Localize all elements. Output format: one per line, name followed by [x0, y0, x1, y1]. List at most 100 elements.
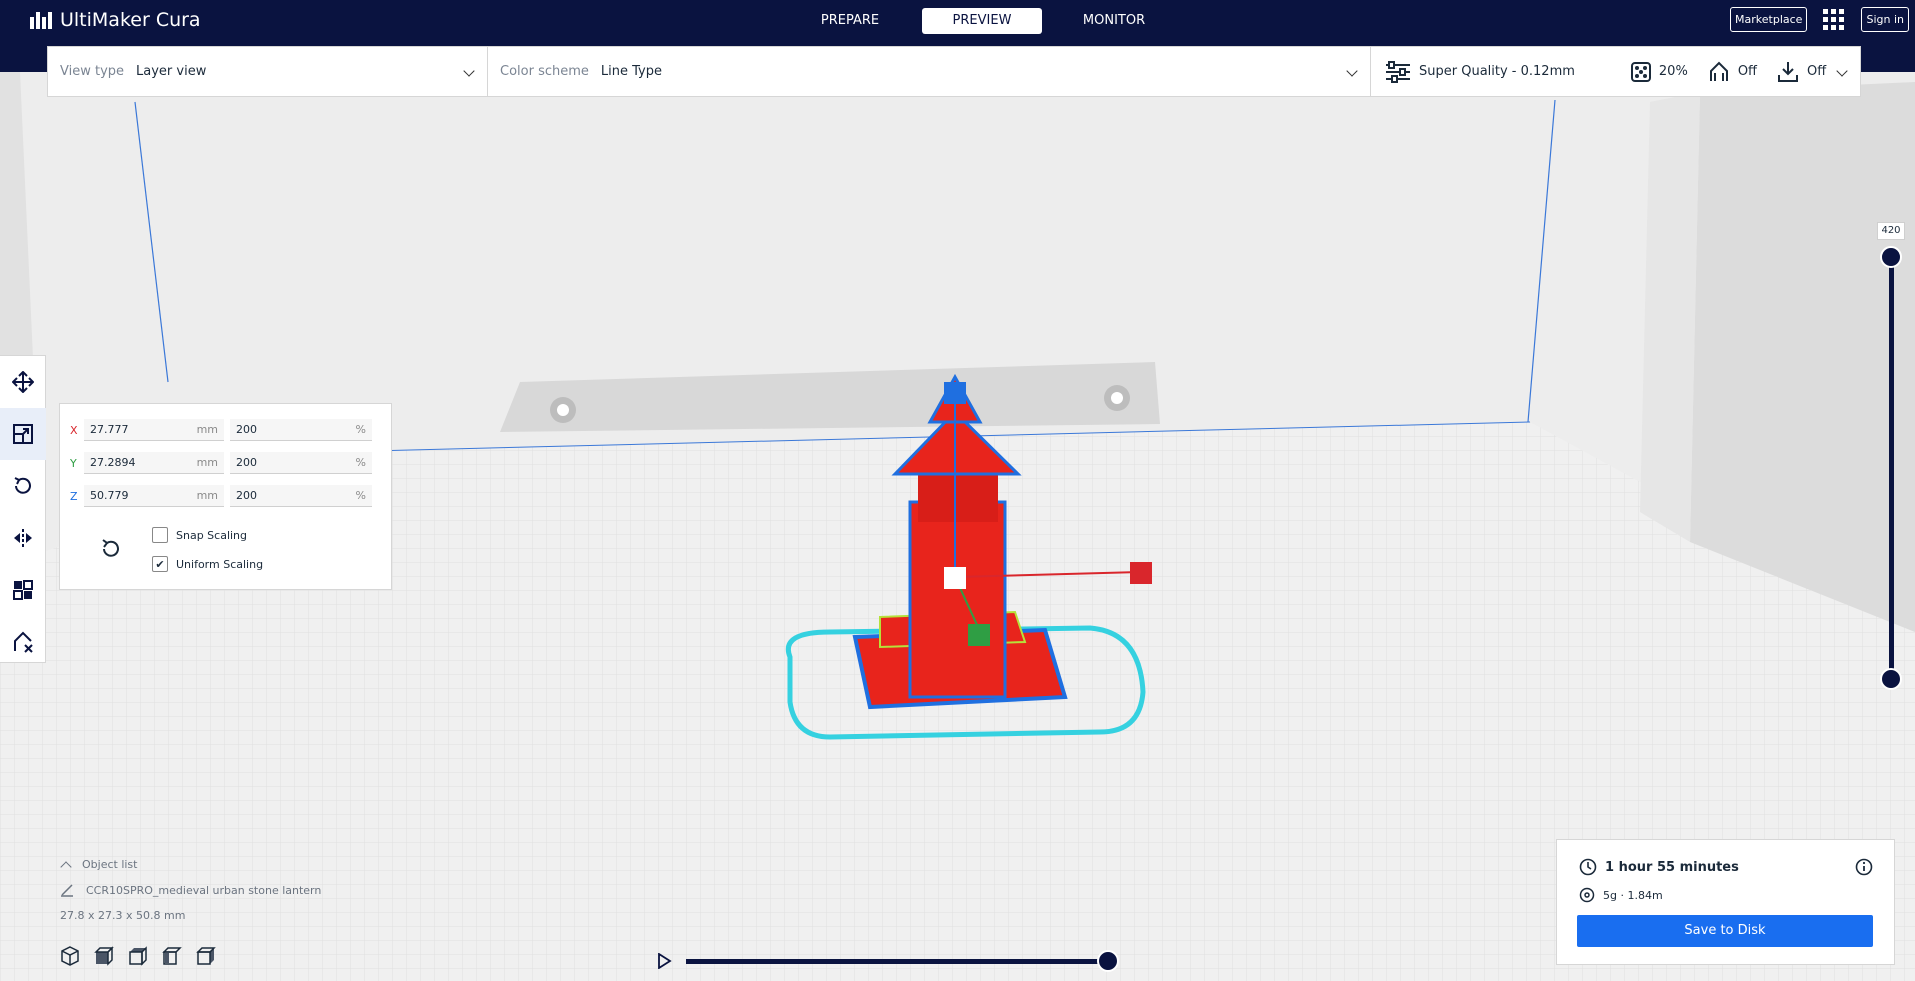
tab-prepare[interactable]: PREPARE: [790, 8, 910, 34]
infill-value: 20%: [1658, 64, 1688, 79]
print-time: 1 hour 55 minutes: [1605, 859, 1739, 875]
z-axis-label: Z: [70, 489, 78, 503]
z-percent-unit: %: [355, 489, 366, 502]
path-slider-handle[interactable]: [1097, 950, 1119, 972]
x-size-unit: mm: [196, 423, 218, 436]
uniform-scaling-checkbox[interactable]: ✔: [152, 556, 168, 572]
scale-y-row: Y 27.2894 mm 200%: [70, 452, 378, 474]
adhesion-value: Off: [1807, 64, 1827, 79]
layer-slider-track[interactable]: [1889, 258, 1894, 680]
move-icon: [12, 371, 34, 393]
support-value: Off: [1737, 64, 1758, 79]
front-view-icon[interactable]: [94, 946, 114, 966]
per-model-settings-button[interactable]: [0, 564, 46, 616]
app-logo: UltiMaker Cura: [30, 9, 201, 31]
right-view-icon[interactable]: [196, 946, 216, 966]
sign-in-button[interactable]: Sign in: [1861, 7, 1909, 32]
z-percent-value: 200: [236, 489, 257, 502]
x-axis-label: X: [70, 423, 78, 437]
scale-icon: [13, 424, 33, 444]
scale-tool-button[interactable]: [0, 408, 46, 460]
support-setting: Off: [1708, 61, 1757, 83]
tool-sidebar: [0, 355, 46, 663]
apps-grid-icon[interactable]: [1823, 8, 1845, 31]
play-simulation-button[interactable]: [656, 952, 672, 973]
uniform-scaling-label: Uniform Scaling: [176, 557, 264, 571]
camera-view-buttons: [60, 946, 216, 966]
per-model-settings-icon: [13, 580, 33, 600]
x-percent-field[interactable]: 200%: [230, 419, 372, 441]
material-row: 5g · 1.84m: [1579, 887, 1663, 903]
scale-panel: X 27.777 mm 200% Y 27.2894 mm 200% Z 50.77…: [59, 403, 392, 590]
play-icon: [658, 952, 672, 970]
save-to-disk-button[interactable]: Save to Disk: [1577, 915, 1873, 947]
top-view-icon[interactable]: [128, 946, 148, 966]
scale-z-row: Z 50.779 mm 200%: [70, 485, 378, 507]
path-slider-track[interactable]: [686, 959, 1108, 964]
print-settings-button[interactable]: Super Quality - 0.12mm 20% Off Off: [1371, 60, 1860, 83]
adhesion-icon: [1778, 61, 1799, 82]
y-percent-value: 200: [236, 456, 257, 469]
clock-icon: [1579, 858, 1597, 876]
x-size-value: 27.777: [90, 423, 129, 436]
spool-icon: [1579, 887, 1595, 903]
left-view-icon[interactable]: [162, 946, 182, 966]
object-list-header: Object list: [82, 858, 138, 871]
z-percent-field[interactable]: 200%: [230, 485, 372, 507]
y-size-unit: mm: [196, 456, 218, 469]
3d-view-icon[interactable]: [60, 946, 80, 966]
tab-preview[interactable]: PREVIEW: [922, 8, 1042, 34]
top-right-controls: Marketplace Sign in: [1730, 7, 1909, 32]
app-title: UltiMaker Cura: [60, 9, 201, 31]
y-axis-label: Y: [70, 456, 77, 470]
rotate-icon: [14, 477, 31, 494]
snap-scaling-option[interactable]: Snap Scaling: [152, 527, 247, 543]
uniform-scaling-option[interactable]: ✔ Uniform Scaling: [152, 556, 263, 572]
chevron-down-icon: [1836, 65, 1848, 77]
object-dimensions: 27.8 x 27.3 x 50.8 mm: [60, 909, 186, 922]
mirror-icon: [14, 529, 32, 547]
infill-icon: [1630, 61, 1651, 82]
view-type-dropdown[interactable]: View type Layer view: [48, 47, 488, 96]
marketplace-button[interactable]: Marketplace: [1730, 7, 1808, 32]
tab-monitor[interactable]: MONITOR: [1054, 8, 1174, 34]
y-percent-unit: %: [355, 456, 366, 469]
chevron-down-icon: [1346, 65, 1358, 77]
reset-scale-button[interactable]: [98, 536, 124, 566]
ultimaker-logo-icon: [30, 11, 52, 29]
y-percent-field[interactable]: 200%: [230, 452, 372, 474]
pencil-icon: [61, 884, 73, 897]
snap-scaling-label: Snap Scaling: [176, 528, 248, 542]
view-settings-bar: View type Layer view Color scheme Line T…: [47, 46, 1861, 97]
quality-value: Super Quality - 0.12mm: [1419, 64, 1575, 79]
y-size-value: 27.2894: [90, 456, 136, 469]
object-list: Object list CCR10SPRO_medieval urban sto…: [60, 858, 321, 934]
color-scheme-dropdown[interactable]: Color scheme Line Type: [488, 47, 1371, 96]
layer-slider-top-handle[interactable]: [1880, 246, 1902, 268]
x-size-field[interactable]: 27.777 mm: [84, 419, 224, 441]
info-icon[interactable]: [1855, 858, 1873, 876]
z-size-value: 50.779: [90, 489, 129, 502]
max-layer-input[interactable]: 420: [1877, 222, 1905, 240]
object-name-row[interactable]: CCR10SPRO_medieval urban stone lantern: [60, 883, 321, 897]
infill-setting: 20%: [1630, 61, 1688, 82]
support-blocker-icon: [14, 631, 33, 653]
support-blocker-button[interactable]: [0, 616, 46, 668]
snap-scaling-checkbox[interactable]: [152, 527, 168, 543]
mirror-tool-button[interactable]: [0, 512, 46, 564]
z-size-unit: mm: [196, 489, 218, 502]
layer-slider-bottom-handle[interactable]: [1880, 668, 1902, 690]
chevron-up-icon: [60, 860, 72, 873]
color-scheme-value: Line Type: [600, 64, 662, 79]
y-size-field[interactable]: 27.2894 mm: [84, 452, 224, 474]
move-tool-button[interactable]: [0, 356, 46, 408]
rotate-tool-button[interactable]: [0, 460, 46, 512]
view-type-label: View type: [60, 64, 125, 79]
z-size-field[interactable]: 50.779 mm: [84, 485, 224, 507]
color-scheme-label: Color scheme: [500, 64, 589, 79]
sliders-icon: [1386, 60, 1410, 83]
support-icon: [1709, 61, 1728, 81]
object-dimensions-row: 27.8 x 27.3 x 50.8 mm: [60, 909, 321, 922]
quality-setting: Super Quality - 0.12mm: [1385, 60, 1575, 83]
object-list-toggle[interactable]: Object list: [60, 858, 321, 873]
